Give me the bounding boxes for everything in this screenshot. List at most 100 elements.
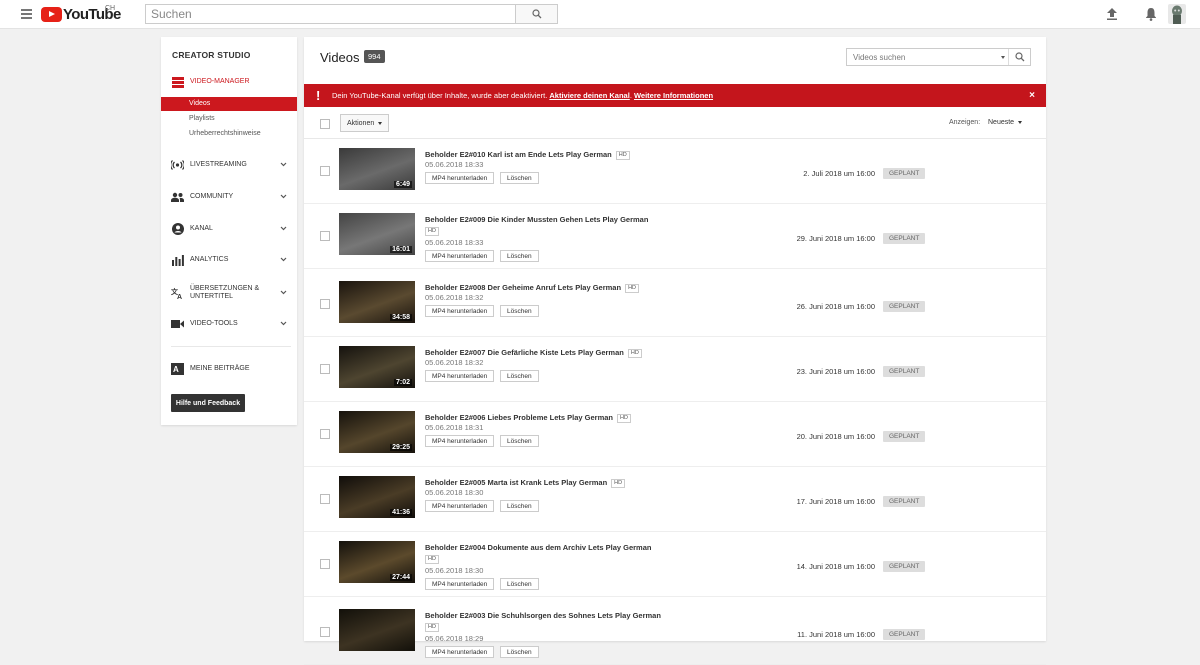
video-title[interactable]: Beholder E2#008 Der Geheime Anruf Lets P… bbox=[425, 282, 745, 293]
caret-down-icon bbox=[1018, 121, 1023, 124]
search-icon bbox=[1014, 52, 1024, 62]
scheduled-date: 29. Juni 2018 um 16:00 bbox=[796, 234, 875, 243]
video-select-checkbox[interactable] bbox=[320, 494, 330, 504]
video-select-checkbox[interactable] bbox=[320, 364, 330, 374]
video-duration: 7:02 bbox=[393, 379, 412, 386]
video-upload-date: 05.06.2018 18:30 bbox=[425, 488, 484, 497]
sidebar-item-label: ÜBERSETZUNGEN & UNTERTITEL bbox=[190, 285, 260, 300]
search-button[interactable] bbox=[515, 4, 558, 24]
video-thumbnail[interactable]: 27:44 bbox=[339, 541, 415, 583]
sidebar-item-analytics[interactable]: ANALYTICS bbox=[161, 251, 297, 269]
video-duration: 27:44 bbox=[390, 574, 412, 581]
sidebar-item-community[interactable]: COMMUNITY bbox=[161, 188, 297, 206]
download-mp4-button[interactable]: MP4 herunterladen bbox=[425, 370, 495, 382]
sort-value: Neueste bbox=[988, 119, 1015, 126]
video-thumbnail[interactable]: 6:49 bbox=[339, 148, 415, 190]
logo-country: CH bbox=[105, 5, 116, 12]
sidebar-subitem-playlists[interactable]: Playlists bbox=[161, 112, 297, 126]
sidebar-item-label: MEINE BEITRÄGE bbox=[190, 365, 250, 372]
search-bar bbox=[145, 4, 558, 24]
sidebar-subitem-copyright[interactable]: Urheberrechtshinweise bbox=[161, 127, 297, 141]
video-title[interactable]: Beholder E2#007 Die Gefärliche Kiste Let… bbox=[425, 347, 745, 358]
scheduled-date: 26. Juni 2018 um 16:00 bbox=[796, 302, 875, 311]
delete-button[interactable]: Löschen bbox=[500, 305, 539, 317]
video-thumbnail[interactable]: 34:58 bbox=[339, 281, 415, 323]
video-thumbnail[interactable] bbox=[339, 609, 415, 651]
sidebar: CREATOR STUDIO VIDEO-MANAGER Videos Play… bbox=[161, 37, 297, 425]
search-input[interactable] bbox=[145, 4, 515, 24]
activate-channel-link[interactable]: Aktiviere deinen Kanal bbox=[549, 91, 629, 100]
video-upload-date: 05.06.2018 18:29 bbox=[425, 634, 484, 643]
video-select-checkbox[interactable] bbox=[320, 231, 330, 241]
download-mp4-button[interactable]: MP4 herunterladen bbox=[425, 578, 495, 590]
video-manager-icon bbox=[171, 76, 184, 89]
download-mp4-button[interactable]: MP4 herunterladen bbox=[425, 500, 495, 512]
actions-dropdown[interactable]: Aktionen bbox=[340, 114, 390, 132]
menu-icon[interactable] bbox=[21, 9, 32, 19]
delete-button[interactable]: Löschen bbox=[500, 172, 539, 184]
download-mp4-button[interactable]: MP4 herunterladen bbox=[425, 172, 495, 184]
sidebar-item-translations[interactable]: 文A ÜBERSETZUNGEN & UNTERTITEL bbox=[161, 282, 297, 304]
channel-disabled-alert: ! Dein YouTube-Kanal verfügt über Inhalt… bbox=[304, 84, 1046, 107]
youtube-logo[interactable]: YouTube CH bbox=[41, 5, 121, 23]
download-mp4-button[interactable]: MP4 herunterladen bbox=[425, 305, 495, 317]
delete-button[interactable]: Löschen bbox=[500, 578, 539, 590]
download-mp4-button[interactable]: MP4 herunterladen bbox=[425, 250, 495, 262]
close-icon[interactable]: × bbox=[1029, 90, 1035, 101]
sidebar-item-livestreaming[interactable]: LIVESTREAMING bbox=[161, 156, 297, 174]
actions-label: Aktionen bbox=[347, 119, 375, 127]
video-title[interactable]: Beholder E2#009 Die Kinder Mussten Gehen… bbox=[425, 214, 745, 236]
video-upload-date: 05.06.2018 18:33 bbox=[425, 238, 484, 247]
video-search-button[interactable] bbox=[1008, 49, 1030, 65]
hd-badge: HD bbox=[627, 349, 642, 358]
notifications-bell-icon[interactable] bbox=[1143, 6, 1159, 22]
sidebar-subitem-videos[interactable]: Videos bbox=[161, 97, 297, 111]
video-title[interactable]: Beholder E2#004 Dokumente aus dem Archiv… bbox=[425, 542, 745, 564]
chevron-down-icon bbox=[280, 257, 287, 262]
delete-button[interactable]: Löschen bbox=[500, 250, 539, 262]
video-select-checkbox[interactable] bbox=[320, 166, 330, 176]
video-duration: 41:36 bbox=[390, 509, 412, 516]
video-thumbnail[interactable]: 16:01 bbox=[339, 213, 415, 255]
more-info-link[interactable]: Weitere Informationen bbox=[634, 91, 713, 100]
status-badge: GEPLANT bbox=[883, 629, 926, 640]
video-title[interactable]: Beholder E2#010 Karl ist am Ende Lets Pl… bbox=[425, 149, 745, 160]
status-badge: GEPLANT bbox=[883, 561, 926, 572]
select-all-checkbox[interactable] bbox=[320, 119, 330, 129]
sidebar-item-label: COMMUNITY bbox=[190, 193, 234, 200]
video-select-checkbox[interactable] bbox=[320, 559, 330, 569]
hd-badge: HD bbox=[615, 151, 630, 160]
sidebar-item-video-manager[interactable]: VIDEO-MANAGER bbox=[161, 73, 297, 91]
download-mp4-button[interactable]: MP4 herunterladen bbox=[425, 435, 495, 447]
video-upload-date: 05.06.2018 18:30 bbox=[425, 566, 484, 575]
video-title[interactable]: Beholder E2#006 Liebes Probleme Lets Pla… bbox=[425, 412, 745, 423]
scheduled-date: 23. Juni 2018 um 16:00 bbox=[796, 367, 875, 376]
sidebar-item-video-tools[interactable]: VIDEO-TOOLS bbox=[161, 315, 297, 333]
video-title[interactable]: Beholder E2#005 Marta ist Krank Lets Pla… bbox=[425, 477, 745, 488]
video-search-input[interactable] bbox=[847, 49, 998, 65]
delete-button[interactable]: Löschen bbox=[500, 646, 539, 658]
chevron-down-icon bbox=[280, 321, 287, 326]
scheduled-date: 11. Juni 2018 um 16:00 bbox=[797, 630, 875, 639]
video-thumbnail[interactable]: 29:25 bbox=[339, 411, 415, 453]
avatar[interactable] bbox=[1168, 4, 1186, 24]
download-mp4-button[interactable]: MP4 herunterladen bbox=[425, 646, 495, 658]
video-select-checkbox[interactable] bbox=[320, 299, 330, 309]
delete-button[interactable]: Löschen bbox=[500, 500, 539, 512]
account-circle-icon bbox=[171, 223, 184, 236]
scheduled-date: 17. Juni 2018 um 16:00 bbox=[796, 497, 875, 506]
upload-icon[interactable] bbox=[1104, 6, 1120, 22]
video-select-checkbox[interactable] bbox=[320, 627, 330, 637]
sort-dropdown[interactable]: Neueste bbox=[988, 119, 1023, 126]
sidebar-item-contributions[interactable]: A MEINE BEITRÄGE bbox=[161, 360, 297, 378]
search-options-dropdown[interactable] bbox=[998, 49, 1008, 65]
help-feedback-button[interactable]: Hilfe und Feedback bbox=[171, 394, 245, 412]
video-thumbnail[interactable]: 41:36 bbox=[339, 476, 415, 518]
sidebar-item-channel[interactable]: KANAL bbox=[161, 220, 297, 238]
video-title-text: Beholder E2#008 Der Geheime Anruf Lets P… bbox=[425, 283, 622, 292]
video-select-checkbox[interactable] bbox=[320, 429, 330, 439]
delete-button[interactable]: Löschen bbox=[500, 435, 539, 447]
video-title[interactable]: Beholder E2#003 Die Schuhlsorgen des Soh… bbox=[425, 610, 745, 632]
video-thumbnail[interactable]: 7:02 bbox=[339, 346, 415, 388]
delete-button[interactable]: Löschen bbox=[500, 370, 539, 382]
